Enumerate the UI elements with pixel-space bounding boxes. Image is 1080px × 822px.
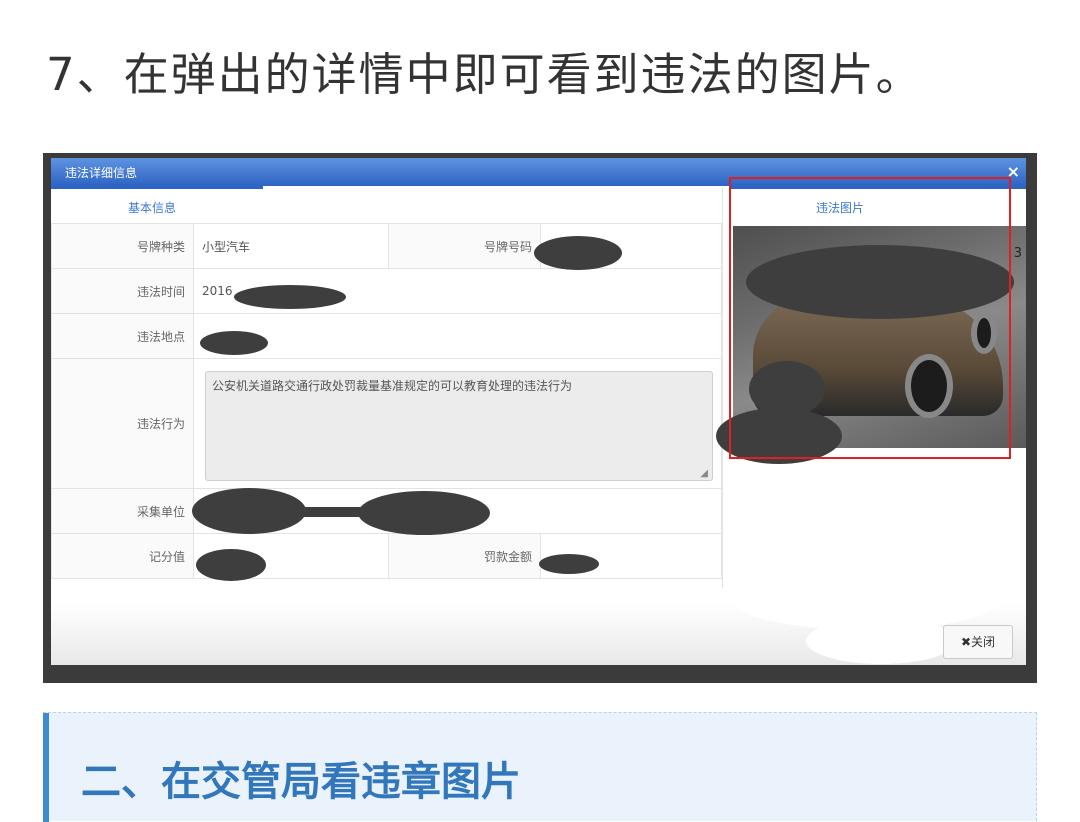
table-row: 号牌种类 小型汽车 号牌号码: [51, 223, 722, 269]
fine-label: 罚款金额: [388, 533, 541, 579]
redaction-mark: [192, 488, 306, 534]
time-label: 违法时间: [51, 268, 194, 314]
tab-basic-underline: [51, 186, 263, 189]
screenshot-frame: 违法详细信息 × 基本信息 违法图片 号牌种类 小型汽车 号牌号码 违法时间 2…: [43, 153, 1037, 683]
redaction-mark: [358, 491, 490, 535]
plate-type-value: 小型汽车: [193, 223, 389, 269]
violation-detail-modal: 违法详细信息 × 基本信息 违法图片 号牌种类 小型汽车 号牌号码 违法时间 2…: [51, 158, 1026, 665]
redaction-mark: [539, 554, 599, 574]
section-title: 二、在交管局看违章图片: [81, 759, 521, 805]
highlight-frame: [729, 177, 1011, 459]
act-label: 违法行为: [51, 358, 194, 489]
close-button[interactable]: ✖关闭: [943, 625, 1013, 659]
tab-basic-info[interactable]: 基本信息: [128, 199, 176, 216]
redaction-mark: [534, 236, 622, 270]
step-title: 7、在弹出的详情中即可看到违法的图片。: [46, 48, 923, 101]
section-accent-bar: [43, 713, 49, 822]
modal-title: 违法详细信息: [65, 166, 138, 180]
column-divider: [722, 188, 723, 588]
redaction-mark: [234, 285, 346, 309]
violation-act-text: 公安机关道路交通行政处罚裁量基准规定的可以教育处理的违法行为: [212, 379, 573, 393]
table-row: 记分值 罚款金额: [51, 533, 722, 579]
plate-number-label: 号牌号码: [388, 223, 541, 269]
points-label: 记分值: [51, 533, 194, 579]
section-header: 二、在交管局看违章图片: [43, 712, 1037, 822]
redaction-mark: [196, 549, 266, 581]
unit-label: 采集单位: [51, 488, 194, 534]
photo-number: 3: [1013, 246, 1022, 261]
place-label: 违法地点: [51, 313, 194, 359]
violation-act-textarea[interactable]: 公安机关道路交通行政处罚裁量基准规定的可以教育处理的违法行为 ◢: [205, 371, 713, 481]
table-row: 违法地点: [51, 313, 722, 359]
plate-type-label: 号牌种类: [51, 223, 194, 269]
resize-handle-icon[interactable]: ◢: [700, 468, 708, 479]
table-row: 违法时间 2016: [51, 268, 722, 314]
redaction-mark: [200, 331, 268, 355]
redaction-mark: [806, 618, 956, 664]
place-value: [193, 313, 722, 359]
